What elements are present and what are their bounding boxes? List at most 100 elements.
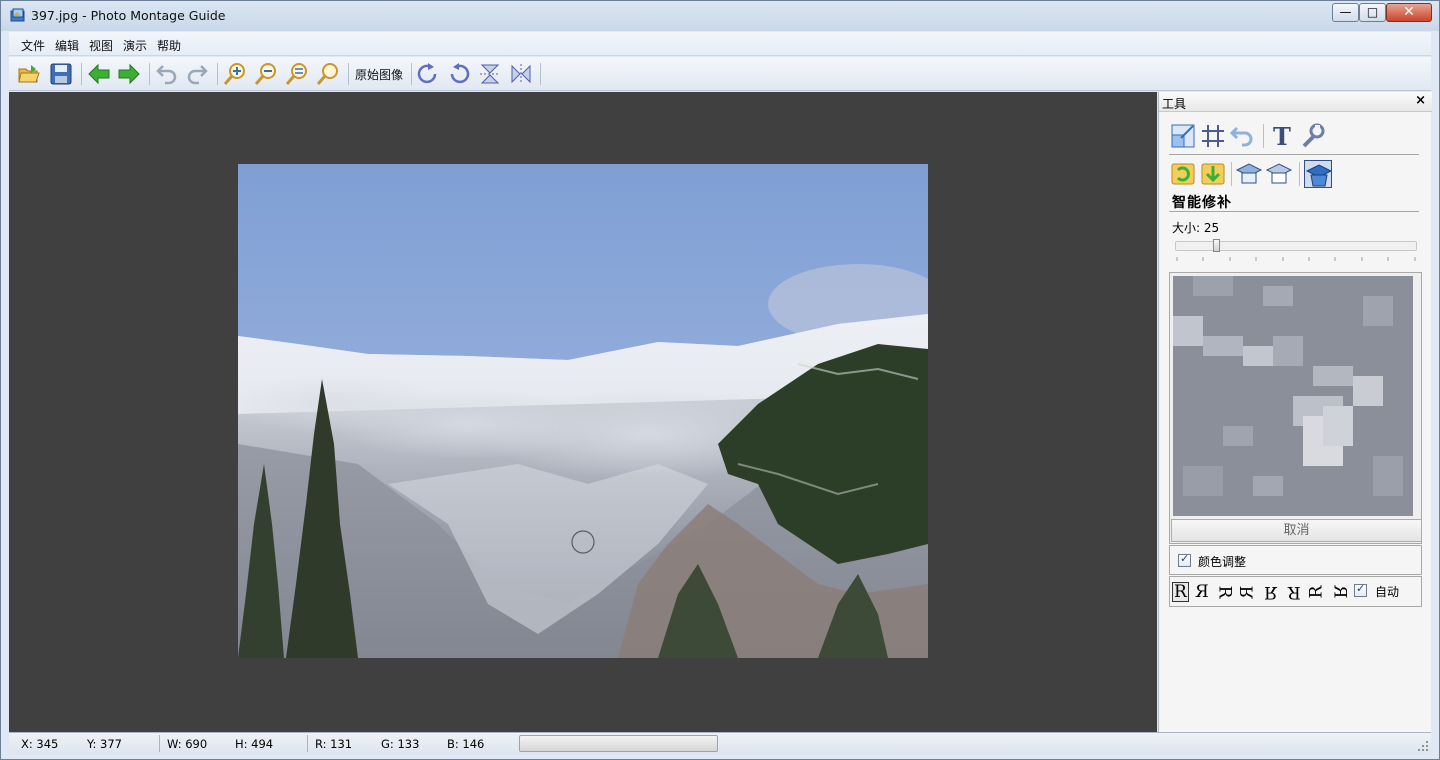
- menu-file[interactable]: 文件: [21, 37, 45, 54]
- status-green: G: 133: [381, 737, 420, 751]
- zoom-in-button[interactable]: [223, 62, 249, 86]
- smart-patch-tool-button[interactable]: [1304, 160, 1333, 188]
- resize-grip-icon[interactable]: [1418, 741, 1428, 751]
- window-title: 397.jpg - Photo Montage Guide: [31, 8, 226, 23]
- orientation-rotate-270-mirror[interactable]: R: [1329, 586, 1349, 599]
- orientation-rotate-180[interactable]: Я: [1264, 582, 1278, 602]
- flip-horizontal-icon: [511, 64, 531, 84]
- maximize-button[interactable]: □: [1359, 3, 1386, 22]
- status-x: X: 345: [21, 737, 59, 751]
- orientation-mirror[interactable]: Я: [1195, 583, 1209, 601]
- resize-tool-button[interactable]: [1169, 122, 1197, 150]
- zoom-fit-button[interactable]: [285, 62, 311, 86]
- auto-checkbox[interactable]: [1354, 582, 1367, 597]
- insert-photo-icon: [1201, 163, 1225, 185]
- toolbar: 原始图像: [9, 57, 1431, 91]
- original-image-button[interactable]: 原始图像: [355, 66, 403, 83]
- crop-grid-icon: [1202, 125, 1224, 147]
- close-button[interactable]: ✕: [1386, 3, 1432, 22]
- redo-button[interactable]: [185, 62, 211, 86]
- panel-divider: [1169, 154, 1419, 155]
- undo-button[interactable]: [155, 62, 181, 86]
- graduate-tool-1-button[interactable]: [1235, 160, 1263, 188]
- maximize-icon: □: [1366, 5, 1379, 19]
- rotate-left-icon: [450, 63, 470, 84]
- status-separator: [307, 735, 308, 752]
- cancel-button[interactable]: 取消: [1171, 519, 1422, 542]
- app-window: 397.jpg - Photo Montage Guide — □ ✕ 文件 编…: [0, 0, 1440, 760]
- auto-label: 自动: [1375, 585, 1400, 599]
- status-separator: [159, 735, 160, 752]
- undo-icon: [156, 65, 177, 85]
- color-adjust-checkbox[interactable]: [1178, 552, 1191, 567]
- zoom-out-icon: [254, 63, 276, 85]
- toolbar-separator: [348, 63, 349, 85]
- photo[interactable]: [238, 164, 928, 658]
- undo-curve-icon: [1229, 126, 1253, 147]
- menu-help[interactable]: 帮助: [157, 37, 181, 54]
- title-bar[interactable]: 397.jpg - Photo Montage Guide — □ ✕: [1, 1, 1439, 31]
- forward-button[interactable]: [117, 62, 143, 86]
- toolbar-separator: [149, 63, 150, 85]
- graduation-cap-icon: [1265, 163, 1293, 184]
- toolbar-separator: [540, 63, 541, 85]
- app-icon: [10, 8, 25, 22]
- orientation-group: R Я R R Я Я R R 自动: [1169, 576, 1422, 607]
- back-button[interactable]: [87, 62, 113, 86]
- undo-tool-button[interactable]: [1229, 122, 1257, 150]
- status-red: R: 131: [315, 737, 353, 751]
- back-arrow-icon: [88, 63, 110, 85]
- flip-vertical-button[interactable]: [478, 62, 504, 86]
- smart-patch-icon: [1305, 164, 1333, 187]
- text-icon: T: [1273, 122, 1291, 151]
- image-canvas[interactable]: [9, 92, 1157, 732]
- settings-tool-button[interactable]: [1298, 122, 1326, 150]
- rotate-right-icon: [417, 63, 437, 84]
- replace-tool-button[interactable]: [1169, 160, 1197, 188]
- menu-edit[interactable]: 编辑: [55, 37, 79, 54]
- orientation-rotate-270[interactable]: R: [1306, 586, 1326, 599]
- orientation-rotate-90[interactable]: R: [1214, 586, 1234, 599]
- progress-bar: [519, 735, 718, 752]
- menu-demo[interactable]: 演示: [123, 37, 147, 54]
- zoom-actual-icon: [316, 63, 338, 85]
- resize-icon: [1171, 124, 1195, 148]
- zoom-in-icon: [223, 63, 245, 85]
- flip-horizontal-button[interactable]: [509, 62, 535, 86]
- panel-separator: [1299, 162, 1300, 186]
- panel-close-icon[interactable]: ×: [1415, 93, 1426, 108]
- size-slider-track[interactable]: [1175, 241, 1417, 251]
- save-icon: [50, 63, 72, 85]
- panel-title: 工具: [1162, 97, 1187, 111]
- rotate-right-button[interactable]: [416, 62, 442, 86]
- menu-bar: 文件 编辑 视图 演示 帮助: [9, 32, 1431, 56]
- rotate-left-button[interactable]: [447, 62, 473, 86]
- slider-ticks: [1176, 257, 1416, 261]
- color-adjust-group: 颜色调整: [1169, 545, 1422, 575]
- open-folder-icon: [18, 65, 40, 83]
- size-slider-thumb[interactable]: [1213, 239, 1220, 252]
- menu-view[interactable]: 视图: [89, 37, 113, 54]
- section-divider: [1169, 211, 1419, 212]
- open-button[interactable]: [17, 62, 43, 86]
- zoom-out-button[interactable]: [254, 62, 280, 86]
- redo-icon: [187, 65, 208, 85]
- orientation-flip[interactable]: Я: [1287, 582, 1301, 602]
- color-adjust-label: 颜色调整: [1198, 555, 1247, 569]
- text-tool-button[interactable]: T: [1268, 122, 1296, 151]
- crop-tool-button[interactable]: [1199, 122, 1227, 150]
- minimize-button[interactable]: —: [1332, 3, 1359, 22]
- tools-panel: 工具 × T 智能修补 大小: 25 取消 ✓ 颜色调整 R Я R R Я Я…: [1158, 92, 1432, 732]
- insert-tool-button[interactable]: [1199, 160, 1227, 188]
- toolbar-separator: [411, 63, 412, 85]
- preview-image: [1173, 276, 1413, 516]
- panel-separator: [1263, 124, 1264, 148]
- minimize-icon: —: [1339, 5, 1352, 19]
- replace-photo-icon: [1171, 163, 1195, 185]
- status-height: H: 494: [235, 737, 274, 751]
- zoom-actual-button[interactable]: [316, 62, 342, 86]
- orientation-rotate-90-mirror[interactable]: R: [1237, 586, 1257, 599]
- save-button[interactable]: [49, 62, 75, 86]
- orientation-normal[interactable]: R: [1172, 582, 1189, 602]
- graduate-tool-2-button[interactable]: [1265, 160, 1293, 188]
